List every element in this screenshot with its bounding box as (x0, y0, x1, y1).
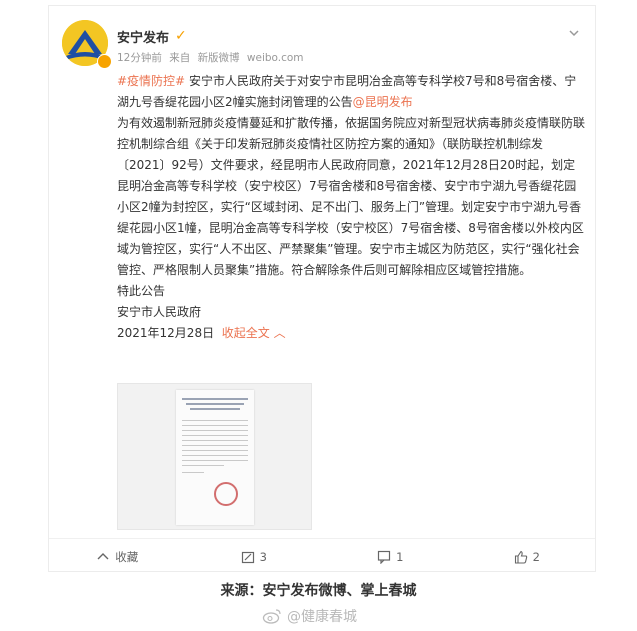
client-name: 新版微博 (197, 52, 240, 64)
author-row: 安宁发布 ✓ (117, 26, 187, 46)
notice-document-image (176, 390, 254, 525)
post-date-row: 2021年12月28日 收起全文 ︿ (117, 323, 587, 344)
weibo-post-card: 安宁发布 ✓ 12分钟前 来自 新版微博 weibo.com #疫情防控# 安宁… (48, 5, 596, 572)
client-site: weibo.com (246, 52, 304, 64)
post-title-paragraph: #疫情防控# 安宁市人民政府关于对安宁市昆明冶金高等专科学校7号和8号宿舍楼、宁… (117, 71, 587, 113)
chevron-down-icon[interactable] (567, 26, 581, 40)
repost-count: 3 (259, 549, 267, 564)
chevron-up-icon: ︿ (273, 326, 286, 340)
like-button[interactable]: 2 (459, 539, 596, 574)
post-issuer: 安宁市人民政府 (117, 305, 202, 319)
like-count: 2 (532, 549, 540, 564)
comment-icon (377, 550, 391, 564)
mention-link[interactable]: @昆明发布 (353, 95, 413, 109)
post-meta: 12分钟前 来自 新版微博 weibo.com (117, 50, 308, 65)
favorite-icon (97, 552, 109, 559)
repost-button[interactable]: 3 (186, 539, 323, 574)
username[interactable]: 安宁发布 (117, 27, 169, 46)
collapse-button[interactable]: 收起全文 ︿ (222, 326, 286, 340)
comment-count: 1 (396, 549, 404, 564)
verified-badge-icon (97, 54, 112, 69)
watermark: @健康春城 (262, 606, 357, 626)
post-image-thumbnail[interactable] (117, 383, 312, 530)
post-title: 安宁市人民政府关于对安宁市昆明冶金高等专科学校7号和8号宿舍楼、宁湖九号香缇花园… (117, 74, 577, 109)
comment-button[interactable]: 1 (322, 539, 459, 574)
favorite-label: 收藏 (115, 549, 139, 564)
post-body: 为有效遏制新冠肺炎疫情蔓延和扩散传播，依据国务院应对新型冠状病毒肺炎疫情联防联控… (117, 116, 586, 277)
favorite-button[interactable]: 收藏 (49, 539, 186, 574)
via-prefix: 来自 (169, 52, 191, 64)
post-date: 2021年12月28日 (117, 326, 215, 340)
weibo-logo-icon (262, 609, 281, 624)
post-content: #疫情防控# 安宁市人民政府关于对安宁市昆明冶金高等专科学校7号和8号宿舍楼、宁… (117, 71, 587, 344)
verified-v-icon: ✓ (175, 28, 187, 44)
watermark-text: @健康春城 (287, 609, 357, 625)
official-seal-icon (214, 482, 238, 506)
repost-icon (241, 551, 254, 563)
post-time[interactable]: 12分钟前 (117, 52, 162, 64)
hashtag-link[interactable]: #疫情防控# (117, 74, 185, 88)
source-caption: 来源：安宁发布微博、掌上春城 (220, 583, 417, 599)
action-bar: 收藏 3 1 2 (49, 538, 595, 574)
post-closing: 特此公告 (117, 284, 166, 298)
like-thumb-icon (514, 550, 527, 564)
